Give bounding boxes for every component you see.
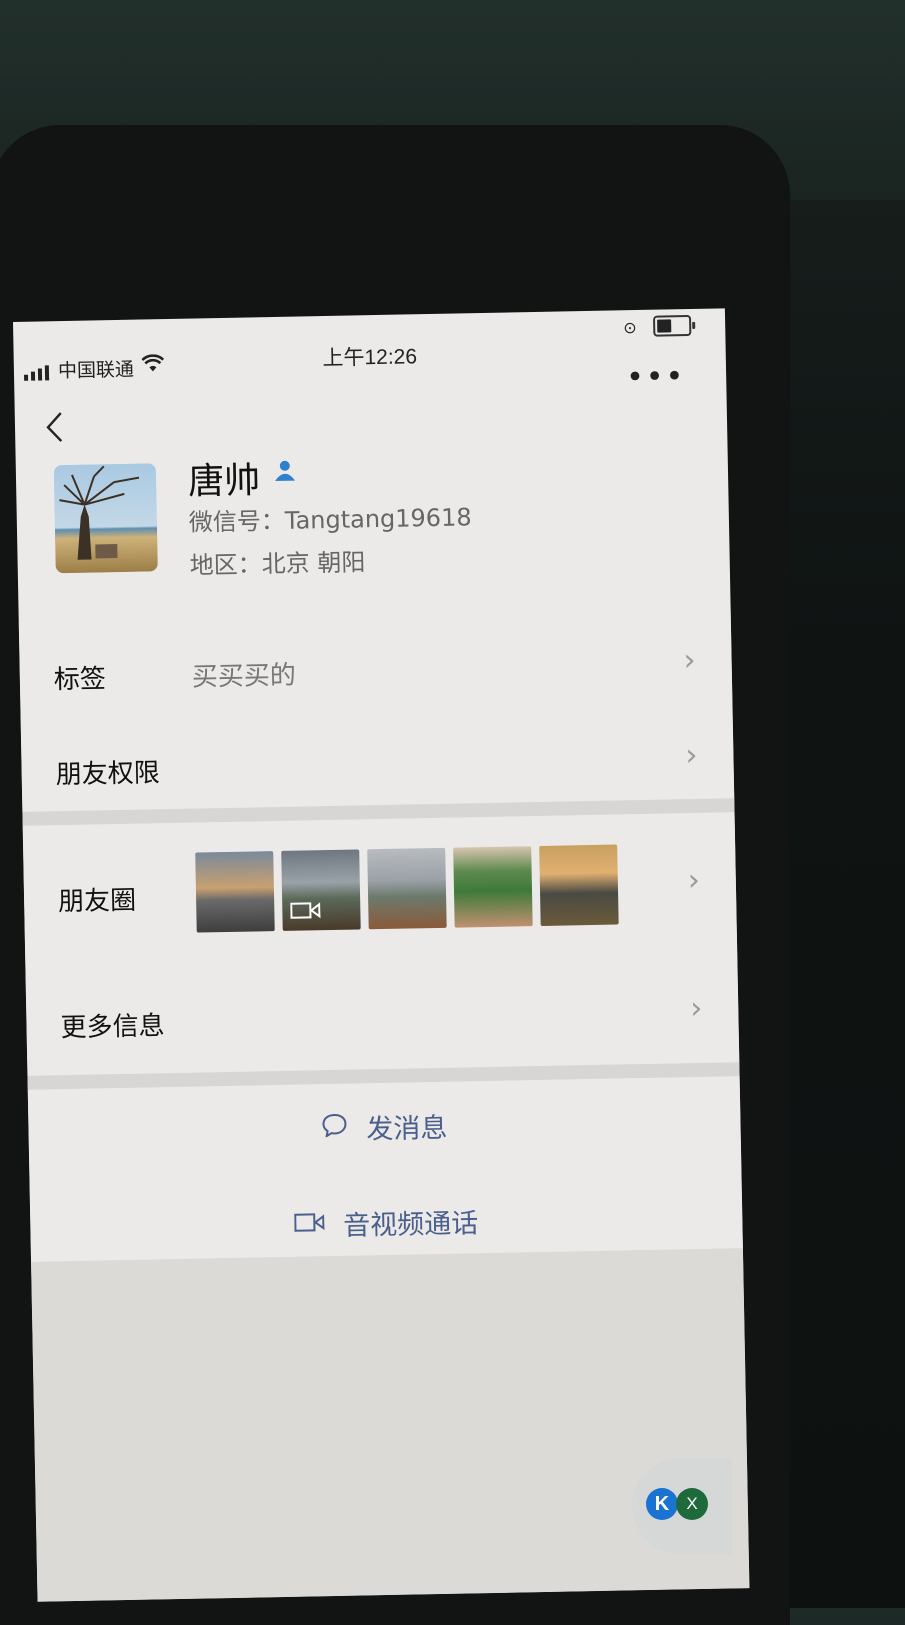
contact-person-icon [273,459,298,489]
chevron-right-icon: › [683,642,696,679]
moments-thumbnail[interactable] [367,847,447,930]
moments-row[interactable]: 朋友圈 › [22,812,738,976]
send-message-label: 发消息 [366,1112,448,1146]
avatar[interactable] [53,463,158,574]
more-info-row[interactable]: 更多信息 › [25,962,740,1076]
status-time: 上午12:26 [322,345,418,371]
back-icon[interactable] [45,411,66,450]
tags-row[interactable]: 标签 买买买的 › [18,608,733,717]
moments-thumbnail[interactable] [195,851,275,933]
chevron-right-icon: › [685,737,698,774]
rotation-lock-icon: ⊙ [623,318,637,338]
friend-permissions-label: 朋友权限 [55,758,160,791]
moments-thumbnail[interactable] [453,846,533,928]
tags-value: 买买买的 [191,660,297,693]
video-call-label: 音视频通话 [342,1208,479,1242]
chevron-right-icon: › [687,862,701,899]
moments-thumbnail[interactable] [539,844,619,926]
tags-label: 标签 [53,664,107,696]
moments-label: 朋友圈 [57,885,137,918]
status-bar: 中国联通 上午12:26 ⊙ [13,308,726,384]
friend-permissions-row[interactable]: 朋友权限 › [20,703,735,812]
x-app-icon: X [676,1488,708,1520]
phone-screen: 中国联通 上午12:26 ⊙ ••• 唐帅 微信号：Tangtang19618 … [13,308,750,1602]
moments-thumbnail[interactable] [281,849,361,931]
contact-name: 唐帅 [187,460,261,503]
video-icon [290,901,321,925]
more-options-icon[interactable]: ••• [626,359,686,395]
more-info-label: 更多信息 [60,1011,165,1044]
region: 地区：北京 朝阳 [189,548,366,580]
k-app-icon: K [646,1488,678,1520]
chevron-right-icon: › [689,990,703,1027]
empty-area [31,1248,750,1602]
battery-icon [652,314,692,337]
floating-app-button[interactable]: K X [632,1458,732,1554]
wechat-id: 微信号：Tangtang19618 [188,503,472,537]
video-camera-icon [294,1210,325,1239]
chat-bubble-icon [321,1112,348,1142]
